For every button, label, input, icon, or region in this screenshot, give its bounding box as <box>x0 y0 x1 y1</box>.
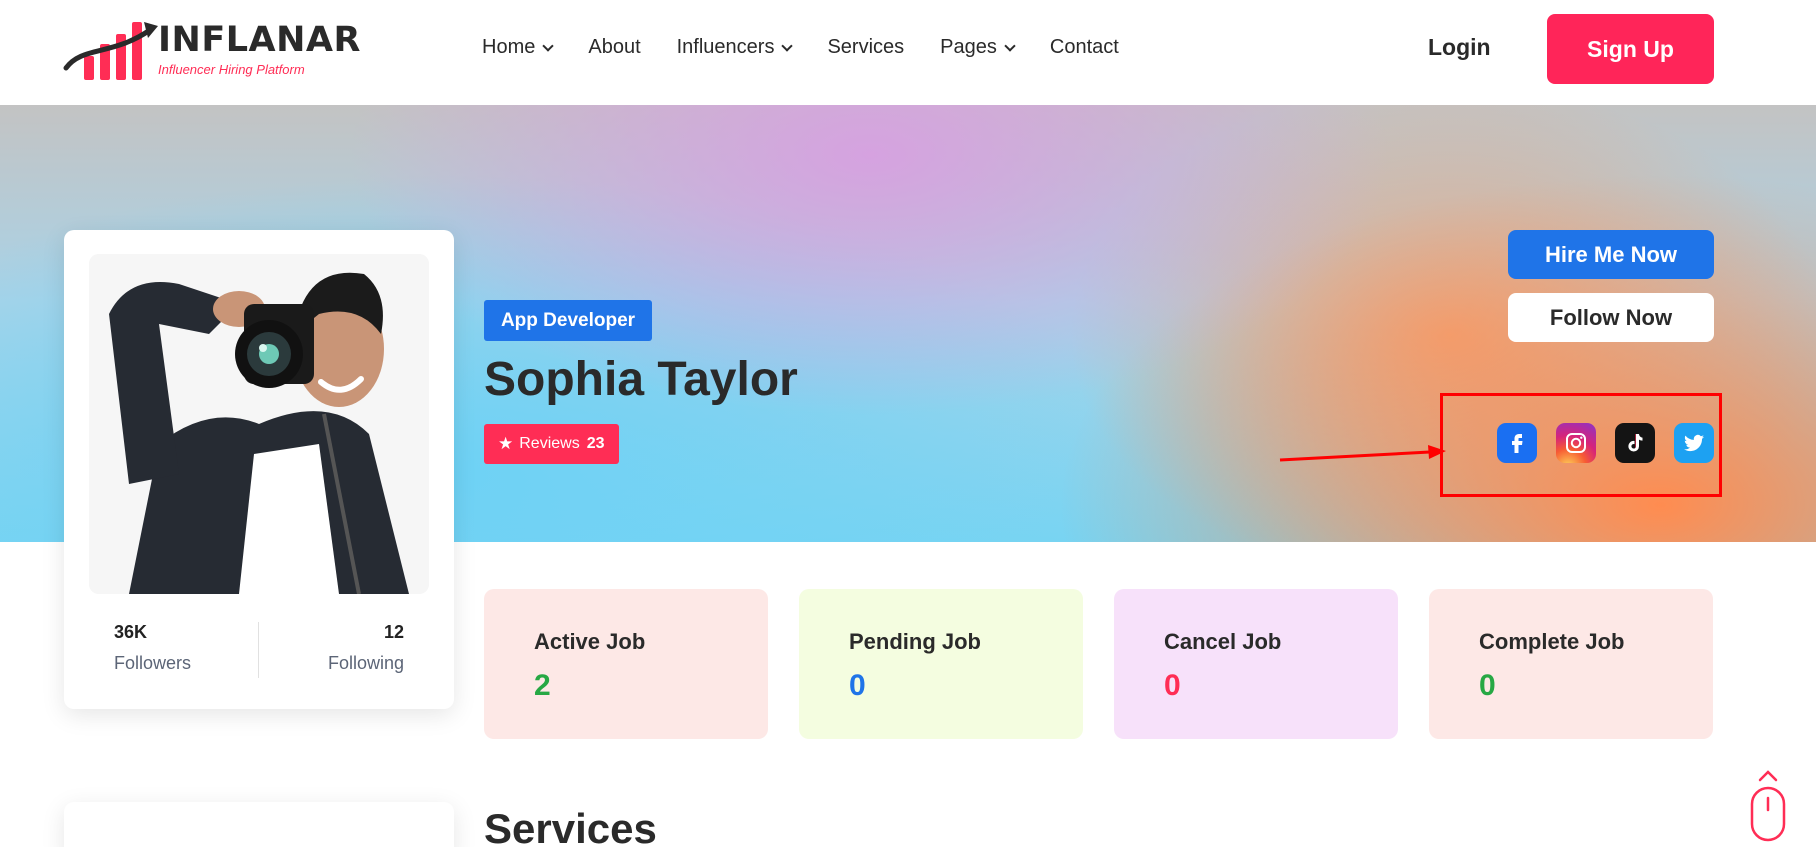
reviews-count: 23 <box>586 435 605 452</box>
scroll-to-top-icon[interactable] <box>1748 768 1788 844</box>
logo-bars-icon <box>63 22 158 80</box>
nav-item-label: Pages <box>940 36 997 58</box>
brand-name: INFLANAR <box>158 20 361 60</box>
following-count: 12 <box>383 622 404 642</box>
login-link[interactable]: Login <box>1428 34 1491 61</box>
nav-item-label: Services <box>827 36 905 58</box>
stats-divider <box>258 622 259 678</box>
star-icon: ★ <box>498 434 514 453</box>
photographer-image <box>89 254 429 594</box>
job-count: 2 <box>534 669 551 702</box>
nav-item-contact[interactable]: Contact <box>1050 36 1119 59</box>
profile-card: 36K Followers 12 Following <box>64 230 454 709</box>
job-title: Complete Job <box>1479 629 1625 654</box>
job-title: Pending Job <box>849 629 981 654</box>
nav-item-label: Home <box>482 36 536 58</box>
instagram-icon[interactable] <box>1556 423 1596 463</box>
nav-item-services[interactable]: Services <box>827 36 904 59</box>
nav-item-label: About <box>588 36 641 58</box>
nav-item-about[interactable]: About <box>588 36 640 59</box>
follow-stats: 36K Followers 12 Following <box>64 622 454 692</box>
followers-count: 36K <box>114 622 148 642</box>
chevron-down-icon <box>1004 39 1016 52</box>
nav-item-pages[interactable]: Pages <box>940 36 1016 59</box>
following-label: Following <box>327 653 404 673</box>
sidebar-card <box>64 802 454 847</box>
facebook-icon[interactable] <box>1497 423 1537 463</box>
followers-label: Followers <box>114 653 192 673</box>
job-count: 0 <box>849 669 866 702</box>
brand-logo[interactable]: INFLANAR Influencer Hiring Platform <box>62 16 360 86</box>
job-count: 0 <box>1164 669 1181 702</box>
site-header: INFLANAR Influencer Hiring Platform Home… <box>0 0 1816 105</box>
chevron-down-icon <box>781 39 794 52</box>
hire-me-button[interactable]: Hire Me Now <box>1508 230 1714 279</box>
followers-stat: 36K Followers <box>114 622 191 674</box>
job-count: 0 <box>1479 669 1496 702</box>
role-badge: App Developer <box>484 300 652 341</box>
pending-job-card[interactable]: Pending Job 0 <box>799 589 1083 739</box>
active-job-card[interactable]: Active Job 2 <box>484 589 768 739</box>
complete-job-card[interactable]: Complete Job 0 <box>1429 589 1713 739</box>
follow-button[interactable]: Follow Now <box>1508 293 1714 342</box>
cancel-job-card[interactable]: Cancel Job 0 <box>1114 589 1398 739</box>
chevron-down-icon <box>542 39 555 52</box>
following-stat: 12 Following <box>328 622 404 674</box>
nav-item-label: Contact <box>1049 36 1119 58</box>
nav-item-home[interactable]: Home <box>482 36 555 59</box>
signup-button[interactable]: Sign Up <box>1547 14 1714 84</box>
profile-name: Sophia Taylor <box>484 353 798 406</box>
main-nav: Home About Influencers Services Pages Co… <box>482 36 1155 59</box>
nav-item-label: Influencers <box>676 36 775 58</box>
services-heading: Services <box>484 805 657 847</box>
reviews-label: Reviews <box>519 435 580 452</box>
profile-photo <box>89 254 429 594</box>
twitter-icon[interactable] <box>1674 423 1714 463</box>
tiktok-icon[interactable] <box>1615 423 1655 463</box>
job-title: Cancel Job <box>1164 629 1282 654</box>
brand-tagline: Influencer Hiring Platform <box>158 62 305 77</box>
reviews-badge[interactable]: ★ Reviews 23 <box>484 424 619 464</box>
nav-item-influencers[interactable]: Influencers <box>676 36 794 59</box>
job-title: Active Job <box>534 629 646 654</box>
annotation-arrow-icon <box>1279 445 1446 462</box>
